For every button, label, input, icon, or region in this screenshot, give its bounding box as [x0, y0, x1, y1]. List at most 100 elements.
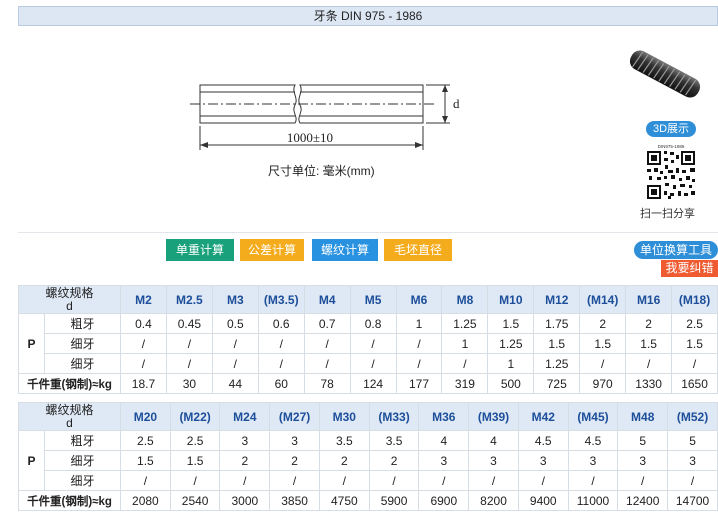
coarse-pitch-cell: 4.5	[517, 430, 569, 451]
size-cell: M36	[418, 402, 470, 431]
qr-caption: DIN975-1986	[658, 144, 685, 149]
weight-cell: 177	[395, 373, 443, 394]
spec-table-1: 螺纹规格 d M2 M2.5 M3 (M3.5) M4 M5 M6 M8 M10 M12 (M14) M…	[17, 285, 718, 394]
fine-pitch-cell: /	[165, 333, 213, 354]
divider	[18, 232, 718, 233]
weight-cell: 319	[441, 373, 489, 394]
fine-pitch-cell-2: /	[120, 470, 171, 491]
size-cell: (M27)	[269, 402, 320, 431]
size-cell: M2	[120, 285, 167, 314]
unit-converter-button[interactable]: 单位换算工具	[634, 241, 718, 259]
fine-pitch-cell-2: /	[418, 470, 470, 491]
weight-cell: 1330	[625, 373, 673, 394]
fine-pitch-cell: 1.5	[579, 333, 627, 354]
coarse-pitch-cell: 1.5	[487, 313, 535, 334]
size-cell: M6	[395, 285, 443, 314]
fine-pitch-cell-2: /	[269, 470, 320, 491]
size-cell: M3	[211, 285, 259, 314]
fine-label: 细牙	[43, 450, 122, 471]
fine-pitch-cell: 2	[219, 450, 271, 471]
coarse-pitch-cell: 4	[468, 430, 519, 451]
diameter-dimension: d	[453, 96, 460, 111]
fine-pitch-cell: 1.5	[169, 450, 221, 471]
coarse-pitch-cell: 4	[418, 430, 470, 451]
fine-pitch-cell: 3	[517, 450, 569, 471]
coarse-label: 粗牙	[43, 430, 122, 451]
coarse-pitch-cell: 5	[617, 430, 669, 451]
size-cell: M42	[517, 402, 569, 431]
size-cell: (M39)	[468, 402, 519, 431]
page-title: 牙条 DIN 975 - 1986	[18, 6, 718, 26]
fine-pitch-cell-2: 1.25	[533, 353, 581, 374]
fine-pitch-cell-2: /	[120, 353, 167, 374]
fine-pitch-cell: 2	[269, 450, 320, 471]
weight-cell: 1650	[671, 373, 718, 394]
size-cell: M20	[120, 402, 171, 431]
coarse-pitch-cell: 1	[395, 313, 443, 334]
weight-cell: 6900	[418, 490, 470, 511]
threaded-rod-photo	[629, 50, 701, 98]
coarse-pitch-cell: 3.5	[368, 430, 420, 451]
coarse-pitch-cell: 2	[579, 313, 627, 334]
fine-pitch-cell-2: /	[395, 353, 443, 374]
size-cell: M2.5	[165, 285, 213, 314]
size-cell: (M18)	[671, 285, 718, 314]
tolerance-button[interactable]: 公差计算	[240, 239, 304, 261]
thread-calc-button[interactable]: 螺纹计算	[312, 239, 378, 261]
fine-pitch-cell-2: /	[257, 353, 305, 374]
fine-pitch-cell: 3	[418, 450, 470, 471]
pitch-label: P	[18, 313, 45, 374]
coarse-pitch-cell: 5	[667, 430, 718, 451]
fine-pitch-cell: 1.25	[487, 333, 535, 354]
fine-pitch-cell-2: /	[667, 470, 718, 491]
weight-cell: 14700	[667, 490, 718, 511]
weight-label: 千件重(钢制)≈kg	[17, 490, 122, 511]
weight-cell: 12400	[617, 490, 669, 511]
fine-pitch-cell: /	[349, 333, 397, 354]
size-cell: M4	[303, 285, 351, 314]
size-cell: (M14)	[579, 285, 627, 314]
fine-pitch-cell-2: /	[625, 353, 673, 374]
3d-view-button[interactable]: 3D展示	[646, 121, 696, 137]
coarse-pitch-cell: 3	[269, 430, 320, 451]
weight-cell: 4750	[318, 490, 370, 511]
weight-cell: 725	[533, 373, 581, 394]
coarse-pitch-cell: 4.5	[567, 430, 619, 451]
coarse-pitch-cell: 2.5	[169, 430, 221, 451]
size-cell: (M52)	[667, 402, 718, 431]
weight-cell: 500	[487, 373, 535, 394]
coarse-pitch-cell: 0.7	[303, 313, 351, 334]
weight-cell: 18.7	[120, 373, 167, 394]
coarse-pitch-cell: 3.5	[318, 430, 370, 451]
fine-pitch-cell-2: /	[517, 470, 569, 491]
fine-pitch-cell: 1.5	[120, 450, 171, 471]
coarse-pitch-cell: 0.6	[257, 313, 305, 334]
fine-pitch-cell-2: /	[219, 470, 271, 491]
fine-pitch-cell-2: /	[441, 353, 489, 374]
fine-pitch-cell: /	[211, 333, 259, 354]
size-cell: M48	[617, 402, 669, 431]
weight-cell: 78	[303, 373, 351, 394]
fine-label: 细牙	[43, 333, 122, 354]
size-cell: M16	[625, 285, 673, 314]
fine-pitch-cell: 3	[667, 450, 718, 471]
fine-pitch-cell-2: /	[671, 353, 718, 374]
fine-pitch-cell: 3	[468, 450, 519, 471]
coarse-label: 粗牙	[43, 313, 122, 334]
blank-diameter-button[interactable]: 毛坯直径	[384, 239, 452, 261]
size-cell: M8	[441, 285, 489, 314]
coarse-pitch-cell: 3	[219, 430, 271, 451]
fine-pitch-cell: 1.5	[625, 333, 673, 354]
weight-label: 千件重(钢制)≈kg	[17, 373, 122, 394]
fine-pitch-cell: 3	[567, 450, 619, 471]
fine-pitch-cell-2: 1	[487, 353, 535, 374]
coarse-pitch-cell: 2.5	[671, 313, 718, 334]
report-error-button[interactable]: 我要纠错	[661, 260, 718, 277]
fine-pitch-cell-2: /	[211, 353, 259, 374]
fine-pitch-cell: 1.5	[533, 333, 581, 354]
weight-cell: 970	[579, 373, 627, 394]
weight-cell: 30	[165, 373, 213, 394]
unit-note: 尺寸单位: 毫米(mm)	[268, 164, 375, 178]
fine-pitch-cell-2: /	[169, 470, 221, 491]
single-weight-button[interactable]: 单重计算	[166, 239, 234, 261]
